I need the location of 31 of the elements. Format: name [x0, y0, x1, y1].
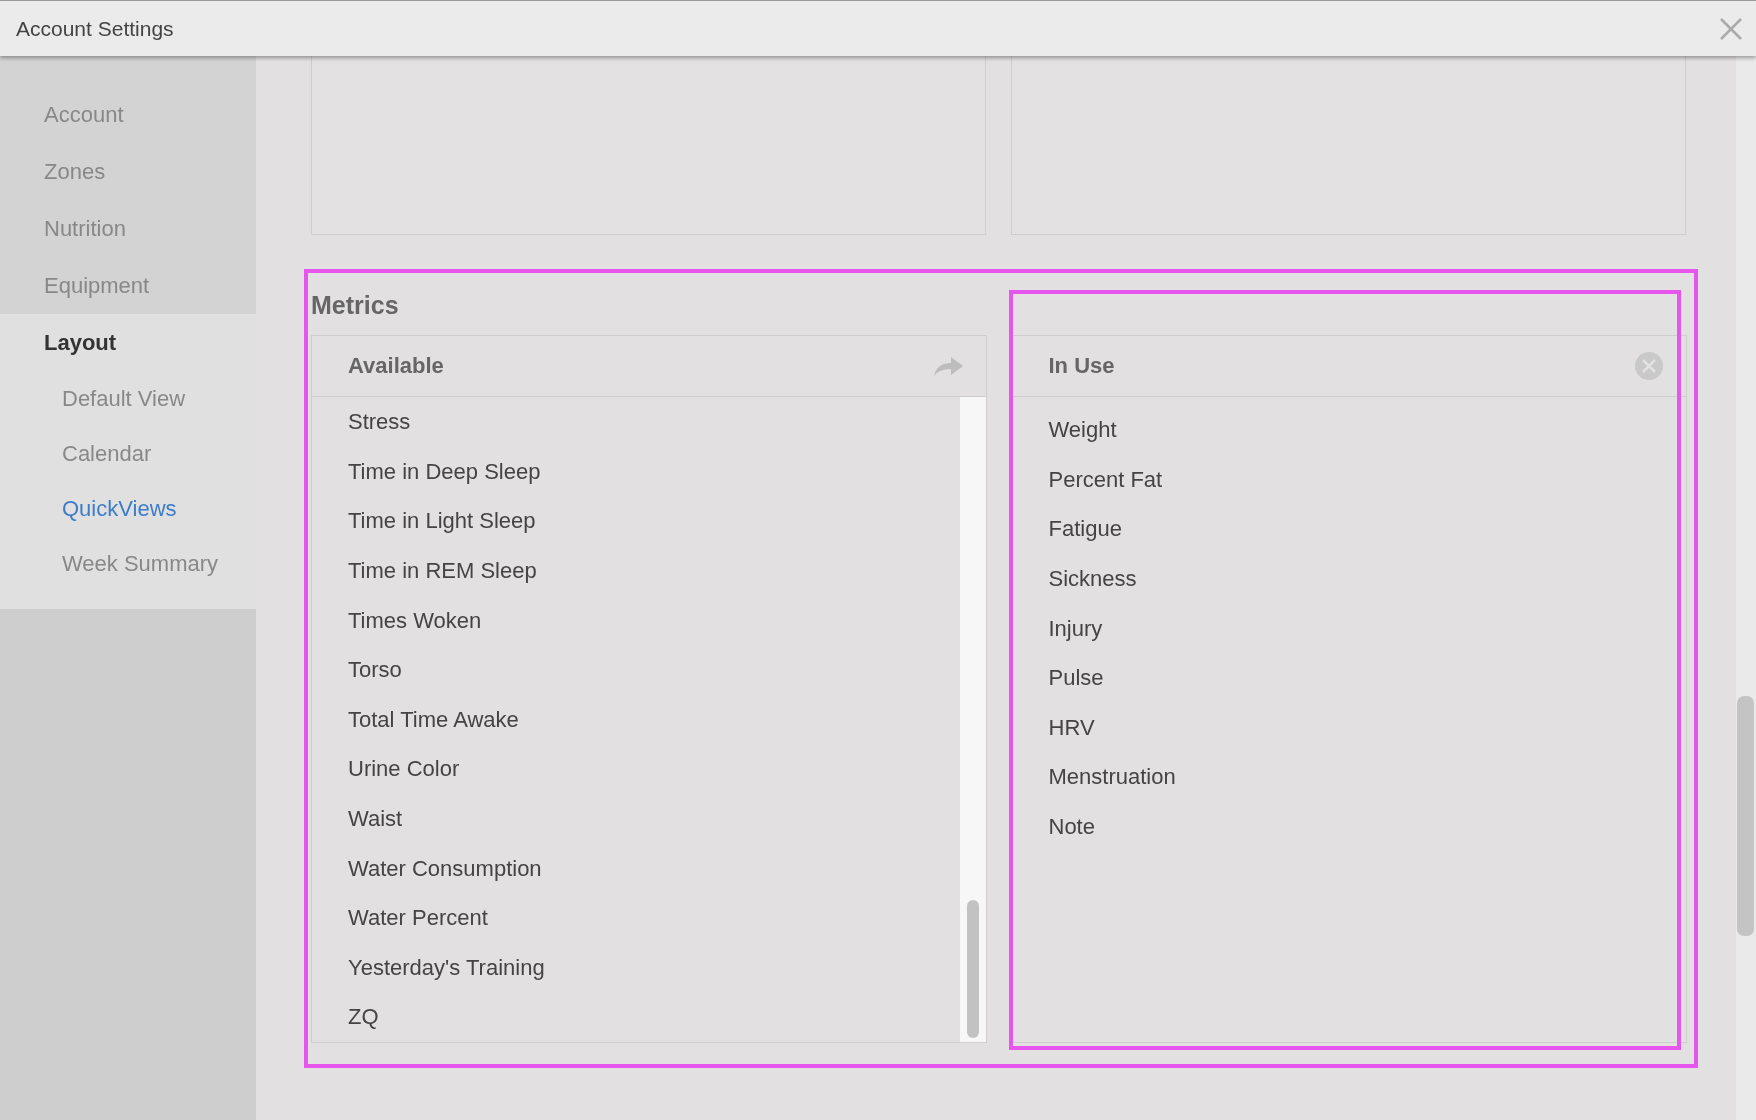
list-item[interactable]: Menstruation	[1012, 752, 1686, 803]
list-item[interactable]: Sickness	[1012, 554, 1686, 604]
panel-heading: In Use	[1048, 353, 1115, 380]
list-item[interactable]: Total Time Awake	[312, 694, 960, 745]
list-item[interactable]: Percent Fat	[1012, 454, 1686, 505]
section-title: Metrics	[311, 291, 400, 321]
scrollbar-thumb[interactable]	[966, 900, 979, 1038]
list-item[interactable]: Water Percent	[312, 893, 960, 943]
clear-icon[interactable]	[1634, 351, 1664, 382]
list-item[interactable]: Urine Color	[312, 744, 960, 795]
list-item[interactable]: Injury	[1012, 603, 1686, 654]
list-item[interactable]: Note	[1012, 802, 1686, 852]
list-item[interactable]: Weight	[1012, 405, 1686, 455]
sidebar-item[interactable]: Layout	[0, 314, 256, 371]
list-item[interactable]: ZQ	[312, 992, 960, 1042]
list-item[interactable]: Water Consumption	[312, 843, 960, 894]
window-title: Account Settings	[16, 16, 174, 41]
list-item[interactable]: Time in Deep Sleep	[312, 446, 960, 497]
list-item[interactable]: Times Woken	[312, 595, 960, 646]
list-item[interactable]: Yesterday's Training	[312, 942, 960, 993]
list-item[interactable]: HRV	[1012, 702, 1686, 753]
list-item[interactable]: Time in Light Sleep	[312, 496, 960, 547]
panel-heading: Available	[348, 353, 444, 380]
list-item[interactable]: Waist	[312, 794, 960, 844]
list-item[interactable]: Torso	[312, 645, 960, 695]
close-button[interactable]	[1718, 15, 1744, 42]
list-item[interactable]: Pulse	[1012, 653, 1686, 703]
list-item[interactable]: Stress	[312, 397, 960, 447]
scrollbar-thumb[interactable]	[1737, 696, 1754, 936]
list-item[interactable]: Fatigue	[1012, 504, 1686, 555]
list-item[interactable]: Time in REM Sleep	[312, 546, 960, 596]
